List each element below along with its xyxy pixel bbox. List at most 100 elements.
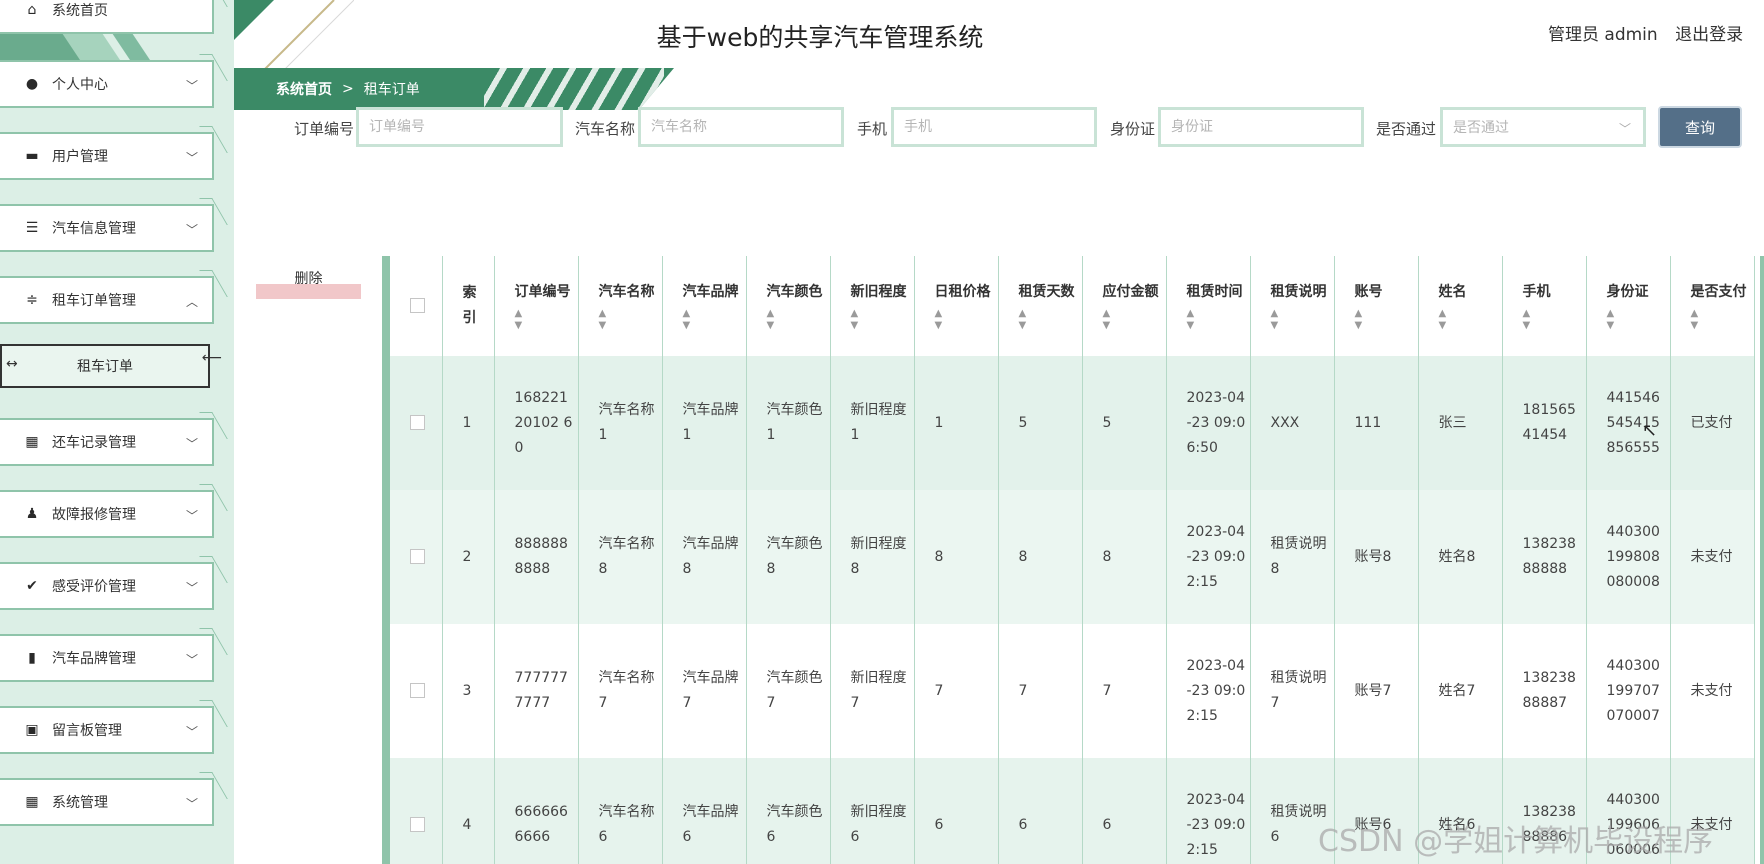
approved-label: 是否通过: [1376, 120, 1437, 138]
select-all-checkbox[interactable]: [410, 298, 425, 313]
approved-select[interactable]: 是否通过 ﹀: [1440, 107, 1646, 147]
sidebar-item-label: 还车记录管理: [52, 435, 136, 451]
chevron-down-icon: ﹀: [185, 509, 198, 523]
column-header-phone[interactable]: 手机 ▲ ▼: [1502, 256, 1587, 356]
order-no-input[interactable]: [356, 107, 563, 147]
sidebar-item-car-info[interactable]: ☰ 汽车信息管理 ﹀: [0, 204, 214, 252]
table-row[interactable]: 2 8888888888 汽车名称8 汽车品牌8 汽车颜色8 新旧程度8 8 8…: [390, 490, 1755, 624]
car-name-input[interactable]: [638, 107, 844, 147]
sort-icon[interactable]: ▲ ▼: [1355, 308, 1414, 332]
sort-icon[interactable]: ▲ ▼: [1607, 308, 1666, 332]
breadcrumb-current: 租车订单: [363, 82, 420, 98]
column-header-daily-price[interactable]: 日租价格 ▲ ▼: [914, 256, 999, 356]
sort-icon[interactable]: ▲ ▼: [1271, 308, 1330, 332]
column-header-label: 订单编号: [514, 284, 571, 300]
sort-icon[interactable]: ▲ ▼: [1019, 308, 1078, 332]
column-header-rental-time[interactable]: 租赁时间 ▲ ▼: [1166, 256, 1251, 356]
query-button[interactable]: 查询: [1658, 106, 1742, 148]
store-icon: ▣: [25, 722, 39, 738]
sidebar-item-return-records[interactable]: ▦ 还车记录管理 ﹀: [0, 418, 214, 466]
row-checkbox-cell: [390, 356, 443, 490]
orders-table-container: 索引 订单编号 ▲ ▼ 汽车名称 ▲ ▼ 汽车品牌 ▲ ▼ 汽车颜色 ▲ ▼ 新旧程度 ▲ ▼ 日租…: [382, 256, 1764, 864]
column-header-label: 汽车品牌: [682, 284, 739, 300]
cell-order-no: 7777777777: [494, 624, 579, 758]
sidebar-item-personal-center[interactable]: ● 个人中心 ﹀: [0, 60, 214, 108]
column-header-amount-due[interactable]: 应付金额 ▲ ▼: [1082, 256, 1167, 356]
sidebar-item-label: 故障报修管理: [52, 507, 136, 523]
delete-button[interactable]: 删除: [256, 268, 361, 300]
column-header-account[interactable]: 账号 ▲ ▼: [1334, 256, 1419, 356]
cell-name: 张三: [1418, 356, 1503, 490]
cell-condition: 新旧程度7: [830, 624, 915, 758]
column-header-car-brand[interactable]: 汽车品牌 ▲ ▼: [662, 256, 747, 356]
sidebar-item-message-board[interactable]: ▣ 留言板管理 ﹀: [0, 706, 214, 754]
sidebar-item-user-management[interactable]: ▬ 用户管理 ﹀: [0, 132, 214, 180]
grid-icon: ▦: [25, 794, 39, 810]
sort-icon[interactable]: ▲ ▼: [683, 308, 742, 332]
column-header-rental-note[interactable]: 租赁说明 ▲ ▼: [1250, 256, 1335, 356]
breadcrumb-home[interactable]: 系统首页: [276, 79, 332, 99]
cell-order-no: 16822120102 60: [494, 356, 579, 490]
sort-icon[interactable]: ▲ ▼: [935, 308, 994, 332]
sidebar-item-car-brands[interactable]: ▮ 汽车品牌管理 ﹀: [0, 634, 214, 682]
sort-icon[interactable]: ▲ ▼: [851, 308, 910, 332]
cell-paid: 未支付: [1670, 490, 1755, 624]
sidebar-item-reviews[interactable]: ✔ 感受评价管理 ﹀: [0, 562, 214, 610]
phone-input[interactable]: [891, 107, 1097, 147]
sort-icon[interactable]: ▲ ▼: [515, 308, 574, 332]
sort-icon[interactable]: ▲ ▼: [1439, 308, 1498, 332]
row-checkbox[interactable]: [410, 549, 425, 564]
approved-select-value: 是否通过: [1453, 120, 1509, 136]
sidebar-item-rental-orders[interactable]: ≑ 租车订单管理 ︿: [0, 276, 214, 324]
table-row[interactable]: 3 7777777777 汽车名称7 汽车品牌7 汽车颜色7 新旧程度7 7 7…: [390, 624, 1755, 758]
column-header-car-color[interactable]: 汽车颜色 ▲ ▼: [746, 256, 831, 356]
sort-icon[interactable]: ▲ ▼: [1103, 308, 1162, 332]
column-header-order-no[interactable]: 订单编号 ▲ ▼: [494, 256, 579, 356]
column-header-label: 是否支付: [1690, 284, 1747, 300]
column-header-condition[interactable]: 新旧程度 ▲ ▼: [830, 256, 915, 356]
column-header-label: 租赁天数: [1018, 284, 1075, 300]
sidebar-item-label: 留言板管理: [52, 723, 122, 739]
column-header-car-name[interactable]: 汽车名称 ▲ ▼: [578, 256, 663, 356]
cell-car-brand: 汽车品牌7: [662, 624, 747, 758]
cell-rental-note: 租赁说明8: [1250, 490, 1335, 624]
sidebar: ⌂ 系统首页 ● 个人中心 ﹀ ▬ 用户管理 ﹀ ☰ 汽车信息管理 ﹀ ≑ 租车…: [0, 0, 234, 864]
column-header-label: 新旧程度: [850, 284, 907, 300]
cell-car-name: 汽车名称8: [578, 490, 663, 624]
sort-icon[interactable]: ▲ ▼: [767, 308, 826, 332]
row-checkbox[interactable]: [410, 817, 425, 832]
cell-phone: 13823888887: [1502, 624, 1587, 758]
cell-phone: 18156541454: [1502, 356, 1587, 490]
breadcrumb-decoration: [484, 68, 664, 110]
column-header-paid[interactable]: 是否支付 ▲ ▼: [1670, 256, 1755, 356]
user-area: 管理员 admin 退出登录: [1548, 20, 1755, 45]
row-checkbox[interactable]: [410, 683, 425, 698]
column-header-index[interactable]: 索引: [442, 256, 495, 356]
logout-link[interactable]: 退出登录: [1675, 25, 1743, 45]
sort-icon[interactable]: ▲ ▼: [1691, 308, 1750, 332]
sidebar-item-label: 系统管理: [52, 795, 108, 811]
cell-car-brand: 汽车品牌6: [662, 758, 747, 864]
cell-index: 4: [442, 758, 495, 864]
column-header-label: 汽车颜色: [766, 284, 823, 300]
chevron-down-icon: ﹀: [185, 79, 198, 93]
sort-icon[interactable]: ▲ ▼: [1187, 308, 1246, 332]
sort-icon[interactable]: ▲ ▼: [599, 308, 658, 332]
sidebar-subitem-rental-order[interactable]: ↔ 租车订单 ⟵: [0, 344, 222, 388]
sidebar-item-system-management[interactable]: ▦ 系统管理 ﹀: [0, 778, 214, 826]
table-row[interactable]: 1 16822120102 60 汽车名称1 汽车品牌1 汽车颜色1 新旧程度1…: [390, 356, 1755, 490]
column-header-name[interactable]: 姓名 ▲ ▼: [1418, 256, 1503, 356]
sort-icon[interactable]: ▲ ▼: [1523, 308, 1582, 332]
cell-paid: 已支付: [1670, 356, 1755, 490]
id-card-input[interactable]: [1158, 107, 1364, 147]
select-all-header: [390, 256, 443, 356]
column-header-id-card[interactable]: 身份证 ▲ ▼: [1586, 256, 1671, 356]
column-header-rental-days[interactable]: 租赁天数 ▲ ▼: [998, 256, 1083, 356]
sidebar-item-home[interactable]: ⌂ 系统首页: [0, 0, 214, 34]
cell-rental-days: 8: [998, 490, 1083, 624]
row-checkbox[interactable]: [410, 415, 425, 430]
arrow-left-icon: ⟵: [201, 350, 222, 366]
clipboard-check-icon: ✔: [26, 578, 38, 594]
cell-index: 2: [442, 490, 495, 624]
sidebar-item-fault-repair[interactable]: ♟ 故障报修管理 ﹀: [0, 490, 214, 538]
